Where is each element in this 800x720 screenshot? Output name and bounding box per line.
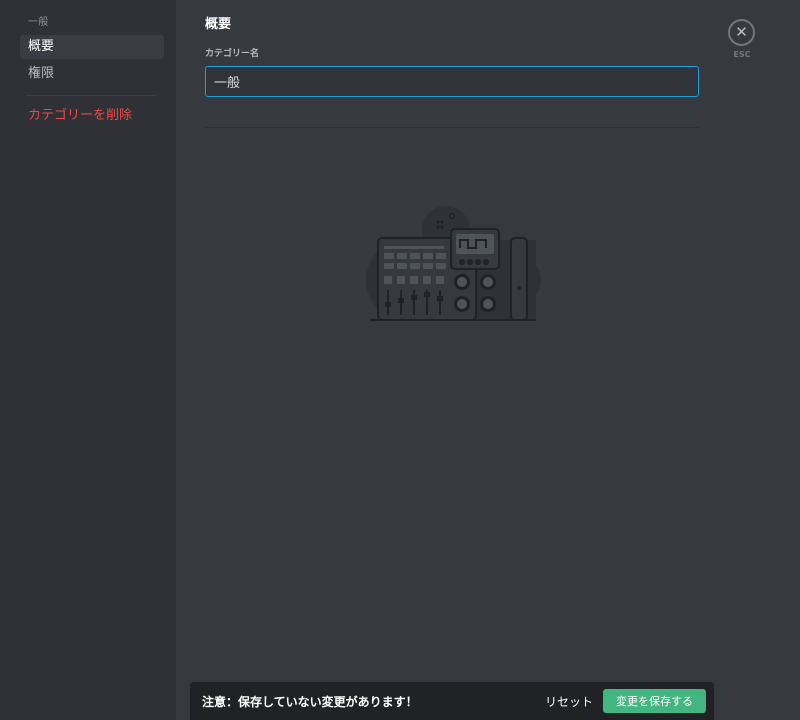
section-divider [205, 127, 699, 128]
category-name-label: カテゴリー名 [205, 49, 260, 59]
sidebar-divider [26, 95, 156, 96]
sidebar-header: 一般 [28, 17, 49, 28]
page-title: 概要 [205, 17, 232, 32]
sidebar-item-overview[interactable]: 概要 [20, 35, 164, 59]
unsaved-changes-bar: 注意：保存していない変更があります！ リセット 変更を保存する [190, 682, 714, 720]
close-control: ✕ ESC [728, 19, 756, 59]
delete-category-button[interactable]: カテゴリーを削除 [20, 104, 164, 128]
reset-button[interactable]: リセット [545, 693, 593, 710]
sidebar-item-permissions[interactable]: 権限 [20, 62, 164, 86]
esc-label: ESC [733, 50, 751, 59]
settings-sidebar: 一般 概要 権限 カテゴリーを削除 [0, 0, 176, 720]
unsaved-notice-text: 注意：保存していない変更があります！ [202, 694, 418, 709]
save-changes-button[interactable]: 変更を保存する [603, 689, 706, 713]
settings-content: 概要 カテゴリー名 [176, 0, 800, 720]
category-name-input[interactable] [205, 66, 699, 97]
mixer-illustration [366, 206, 541, 321]
close-icon[interactable]: ✕ [728, 19, 755, 46]
